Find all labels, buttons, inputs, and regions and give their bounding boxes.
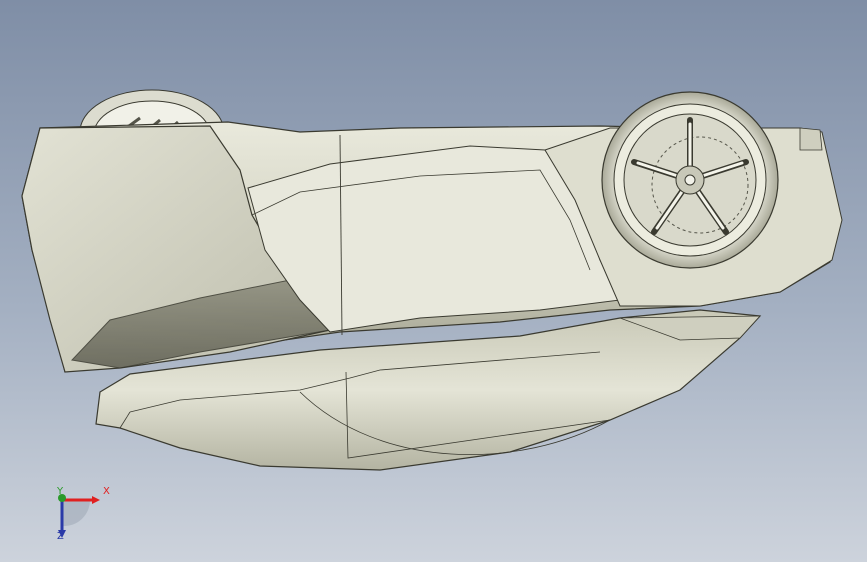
graphics-viewport[interactable]: X Y Z [0,0,867,562]
y-axis-label: Y [57,486,64,497]
front-wheel [601,91,779,269]
axis-triad: X Y Z [40,478,120,548]
z-axis-label: Z [57,531,64,542]
x-axis-label: X [103,486,110,497]
car-model-view[interactable] [0,0,867,562]
